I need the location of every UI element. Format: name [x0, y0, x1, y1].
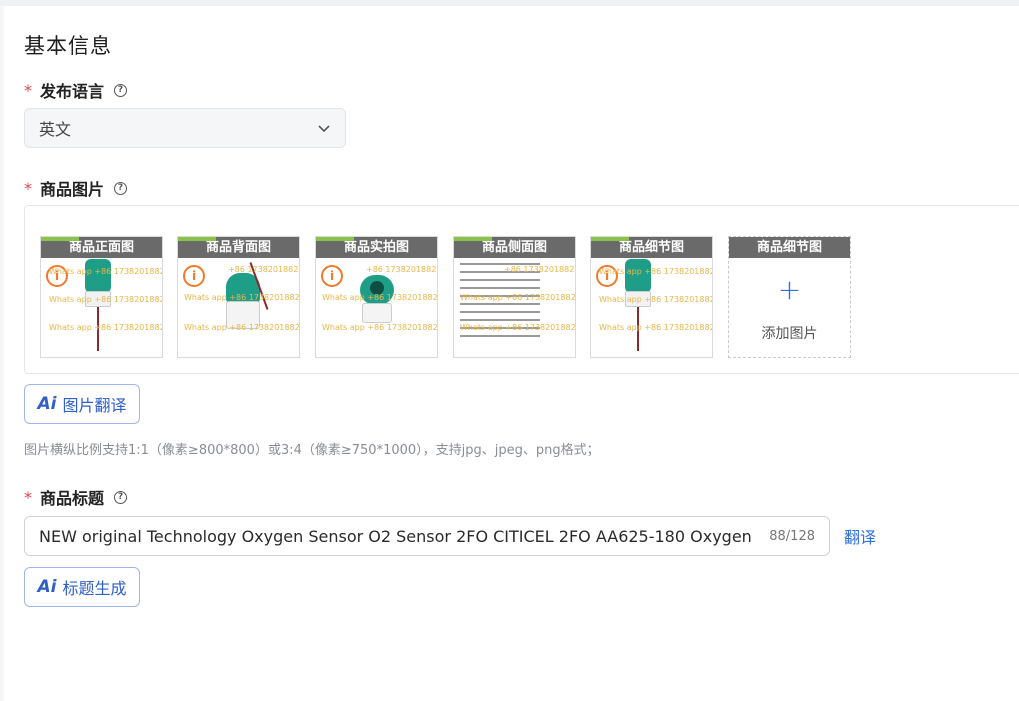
language-select[interactable]: 英文	[24, 108, 346, 148]
watermark-text: Whats app +86 17382018825	[49, 295, 163, 304]
next-section-area	[0, 625, 1019, 701]
image-thumb-real[interactable]: 商品实拍图 i +86 17382018825 Whats app +86 17…	[315, 236, 438, 358]
title-generate-label: 标题生成	[62, 579, 127, 598]
watermark-text: Whats app +86 17382018825	[460, 293, 576, 302]
green-tag	[316, 237, 354, 241]
watermark-text: +86 17382018825	[228, 265, 300, 274]
images-label-text: 商品图片	[40, 180, 105, 199]
watermark-text: Whats app +86 17382018825	[599, 267, 713, 276]
green-tag	[591, 237, 629, 241]
product-title-value: NEW original Technology Oxygen Sensor O2…	[39, 526, 758, 546]
section-title: 基本信息	[24, 34, 112, 58]
title-generate-button[interactable]: Ai 标题生成	[24, 567, 140, 607]
images-label: * 商品图片 ?	[24, 176, 128, 200]
green-tag	[178, 237, 216, 241]
info-badge-icon: i	[183, 265, 205, 287]
title-label-text: 商品标题	[40, 489, 105, 508]
watermark-text: Whats app +86 17382018825	[599, 323, 713, 332]
watermark-text: Whats app +86 17382018825	[49, 267, 163, 276]
required-mark: *	[24, 178, 32, 198]
watermark-text: Whats app +86 17382018825	[184, 323, 300, 332]
language-selected-value: 英文	[39, 120, 72, 139]
product-title-input[interactable]: NEW original Technology Oxygen Sensor O2…	[24, 516, 830, 556]
image-translate-label: 图片翻译	[62, 396, 127, 415]
image-thumb-side[interactable]: 商品侧面图 +86 17382018825 Whats app +86 1738…	[453, 236, 576, 358]
watermark-text: +86 17382018825	[366, 265, 438, 274]
sensor-image	[362, 303, 392, 323]
title-label: * 商品标题 ?	[24, 485, 128, 509]
help-icon[interactable]: ?	[114, 83, 128, 97]
green-tag	[454, 237, 492, 241]
thumb-caption: 商品细节图	[729, 237, 850, 258]
help-icon[interactable]: ?	[114, 181, 128, 195]
translate-link[interactable]: 翻译	[844, 524, 876, 548]
required-mark: *	[24, 80, 32, 100]
image-thumb-front[interactable]: 商品正面图 i Whats app +86 17382018825 Whats …	[40, 236, 163, 358]
image-format-hint: 图片横纵比例支持1:1（像素≥800*800）或3:4（像素≥750*1000）…	[24, 443, 600, 458]
basic-info-card: 基本信息 * 发布语言 ? 英文 * 商品图片 ? 商品正面图 i Whats …	[4, 6, 1019, 625]
chevron-down-icon	[318, 125, 330, 133]
watermark-text: +86 17382018825	[504, 265, 576, 274]
watermark-text: Whats app +86 17382018825	[599, 295, 713, 304]
info-badge-icon: i	[321, 265, 343, 287]
add-image-label: 添加图片	[761, 326, 818, 342]
green-tag	[41, 237, 79, 241]
image-thumb-detail[interactable]: 商品细节图 i Whats app +86 17382018825 Whats …	[590, 236, 713, 358]
watermark-text: Whats app +86 17382018825	[184, 293, 300, 302]
watermark-text: Whats app +86 17382018825	[322, 293, 438, 302]
plus-icon: +	[777, 273, 802, 306]
image-thumb-back[interactable]: 商品背面图 i +86 17382018825 Whats app +86 17…	[177, 236, 300, 358]
image-panel: 商品正面图 i Whats app +86 17382018825 Whats …	[24, 205, 1019, 374]
language-label: * 发布语言 ?	[24, 78, 128, 102]
ai-icon: Ai	[37, 394, 57, 414]
watermark-text: Whats app +86 17382018825	[460, 323, 576, 332]
image-translate-button[interactable]: Ai 图片翻译	[24, 384, 140, 424]
add-image-tile[interactable]: 商品细节图 + 添加图片	[728, 236, 851, 358]
next-section-card	[4, 625, 1019, 701]
required-mark: *	[24, 487, 32, 507]
sensor-image	[85, 259, 111, 293]
char-counter: 88/128	[769, 528, 815, 544]
ai-icon: Ai	[37, 577, 57, 597]
language-label-text: 发布语言	[40, 82, 105, 101]
watermark-text: Whats app +86 17382018825	[322, 323, 438, 332]
help-icon[interactable]: ?	[114, 490, 128, 504]
sensor-image	[625, 259, 651, 293]
watermark-text: Whats app +86 17382018825	[49, 323, 163, 332]
